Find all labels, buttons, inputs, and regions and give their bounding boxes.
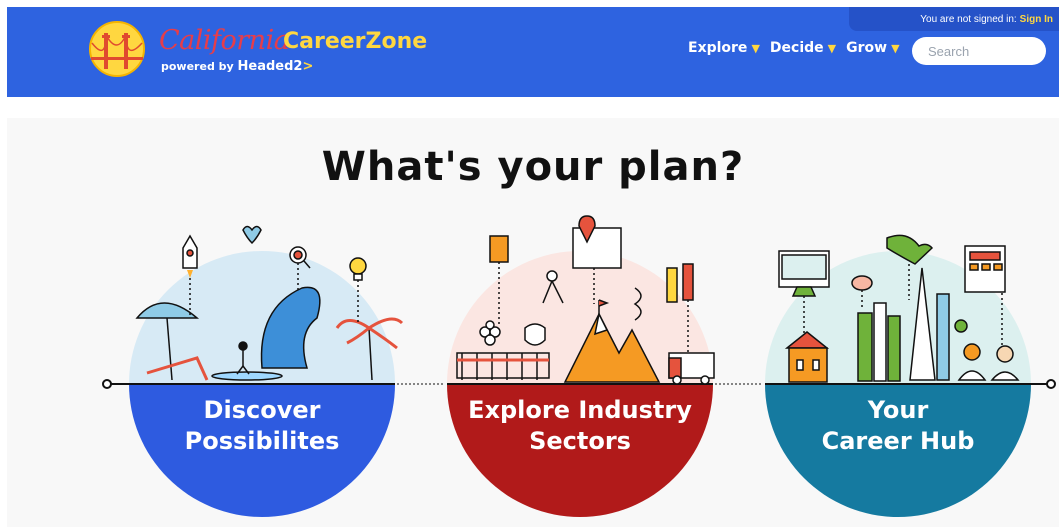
nav-decide[interactable]: Decide ▼ [770, 40, 836, 56]
site-header: You are not signed in: Sign In Californi… [7, 7, 1059, 97]
brand-powered-by: powered by Headed2> [161, 59, 313, 74]
nav-decide-label: Decide [769, 40, 824, 56]
chevron-down-icon: ▼ [751, 41, 760, 55]
search-input[interactable] [912, 37, 1046, 65]
main-content: What's your plan? Discover Possibilites … [7, 118, 1059, 527]
headed2-text: Headed2 [237, 59, 303, 74]
headed2-arrow-icon: > [302, 59, 314, 74]
brand-california: California [159, 25, 290, 56]
explore-line2: Sectors [529, 427, 631, 455]
chevron-down-icon: ▼ [827, 41, 837, 55]
career-hub-line2: Career Hub [821, 427, 975, 455]
discover-line1: Discover [203, 396, 321, 424]
nav-explore[interactable]: Explore ▼ [688, 40, 760, 56]
brand-wordmark: California CareerZone powered by Headed2… [159, 21, 449, 77]
plan-illustration [102, 215, 1056, 517]
explore-industry-sectors-link[interactable]: Explore Industry Sectors [447, 395, 713, 457]
logo[interactable]: California CareerZone powered by Headed2… [89, 21, 449, 77]
nav-grow[interactable]: Grow ▼ [846, 40, 899, 56]
nav-explore-label: Explore [688, 40, 748, 56]
brand-careerzone: CareerZone [283, 29, 428, 54]
headed2-logo: Headed2> [238, 59, 314, 74]
career-hub-link[interactable]: Your Career Hub [765, 395, 1031, 457]
discover-possibilities-link[interactable]: Discover Possibilites [129, 395, 395, 457]
powered-by-text: powered by [161, 60, 234, 73]
signin-status: You are not signed in: [920, 13, 1017, 25]
nav-grow-label: Grow [846, 40, 888, 56]
explore-line1: Explore Industry [468, 396, 692, 424]
main-nav: Explore ▼ Decide ▼ Grow ▼ [688, 40, 900, 56]
discover-line2: Possibilites [184, 427, 340, 455]
chevron-down-icon: ▼ [891, 41, 900, 55]
signin-bar: You are not signed in: Sign In [849, 7, 1059, 31]
golden-gate-logo-icon [89, 21, 145, 77]
career-hub-line1: Your [867, 396, 929, 424]
signin-link[interactable]: Sign In [1020, 14, 1053, 25]
